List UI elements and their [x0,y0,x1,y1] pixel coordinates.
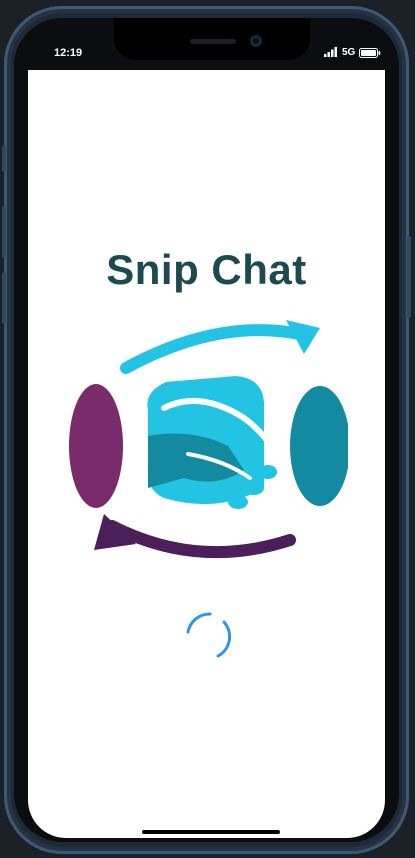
loading-spinner-icon [186,612,232,658]
home-indicator[interactable] [142,830,280,834]
app-screen: Snip Chat [28,70,385,838]
network-label: 5G [342,47,356,58]
volume-up-button [2,206,6,258]
power-button [407,236,411,318]
status-time: 12:19 [54,47,83,59]
signal-icon [324,47,337,57]
front-camera [250,35,262,47]
speaker [190,39,236,44]
battery-icon [359,48,381,58]
volume-down-button [2,272,6,324]
notch [114,18,310,60]
handshake-chat-logo-icon [69,320,348,559]
status-bar: 12:19 5G [14,18,399,70]
side-button [2,146,6,172]
app-title: Snip Chat [106,246,307,293]
phone-frame: 12:19 5G Snip Chat [2,6,411,854]
phone-bezel: 12:19 5G Snip Chat [14,18,399,842]
